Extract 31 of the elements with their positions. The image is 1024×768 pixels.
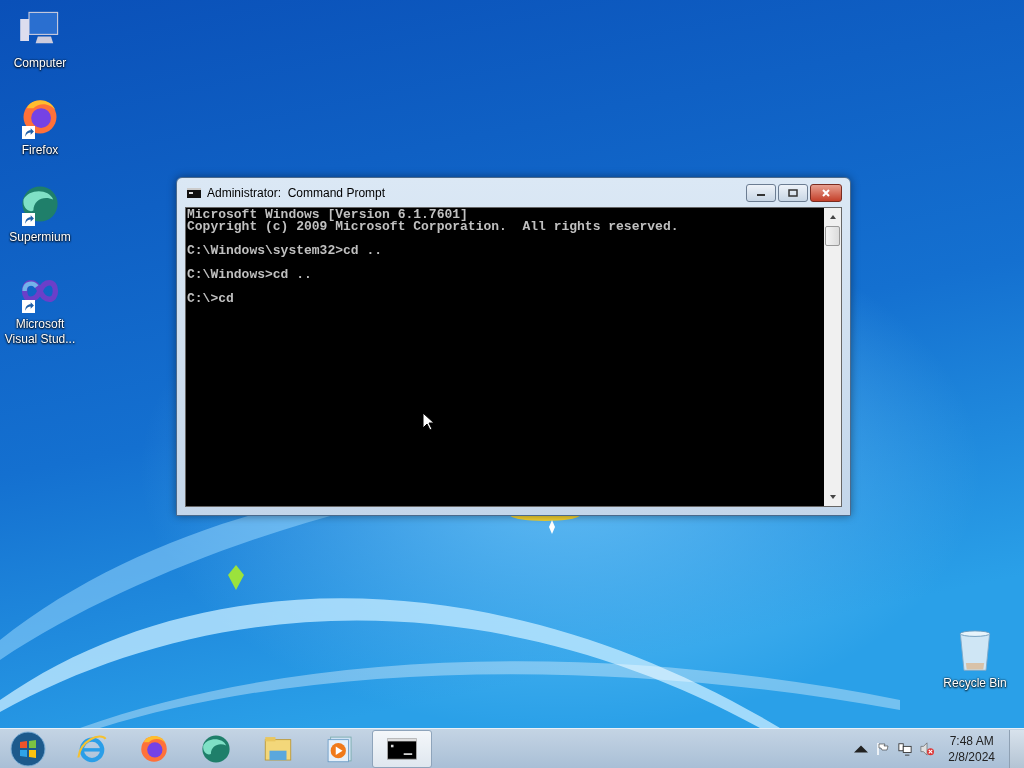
minimize-button[interactable] — [746, 184, 776, 202]
close-button[interactable] — [810, 184, 842, 202]
maximize-button[interactable] — [778, 184, 808, 202]
network-icon[interactable] — [898, 741, 913, 756]
scroll-up-icon[interactable] — [827, 213, 838, 221]
desktop-icon[interactable]: Computer — [0, 6, 80, 71]
console-line: C:\Windows>cd .. — [187, 269, 312, 281]
taskbar-button[interactable] — [372, 729, 432, 768]
maximize-icon — [788, 189, 798, 197]
scroll-down-icon[interactable] — [827, 493, 838, 501]
clock[interactable]: 7:48 AM 2/8/2024 — [942, 732, 1001, 765]
scroll-thumb[interactable] — [825, 226, 840, 246]
console-line: Microsoft Windows [Version 6.1.7601] — [187, 209, 468, 221]
window-title: Administrator: Command Prompt — [207, 185, 387, 200]
console-line: C:\Windows\system32>cd .. — [187, 245, 383, 257]
close-icon — [821, 189, 831, 197]
console-icon — [187, 187, 201, 198]
show-desktop-button[interactable] — [1009, 729, 1024, 768]
clock-time: 7:48 AM — [949, 732, 994, 749]
desktop-icon[interactable]: Firefox — [0, 93, 80, 158]
desktop-icon[interactable]: Supermium — [0, 180, 80, 245]
console-pane[interactable]: Microsoft Windows [Version 6.1.7601] Copyright (c) 2009 Microsoft Corporation. All rights reserved. C:\Windows\system32>cd .. C:\Windows>cd .. C:\>cd — [186, 208, 824, 506]
clock-date: 2/8/2024 — [948, 748, 995, 765]
console-line: Copyright (c) 2009 Microsoft Corporation. All rights reserved. — [187, 221, 679, 233]
leaf-drawing — [228, 565, 244, 590]
volume-muted-icon[interactable] — [920, 741, 935, 756]
scrollbar[interactable] — [824, 208, 841, 506]
desktop-icon[interactable]: Microsoft Visual Stud... — [0, 267, 80, 347]
console-line: C:\>cd — [187, 293, 234, 305]
cursor-icon — [422, 412, 434, 431]
flag-icon[interactable] — [876, 741, 891, 756]
